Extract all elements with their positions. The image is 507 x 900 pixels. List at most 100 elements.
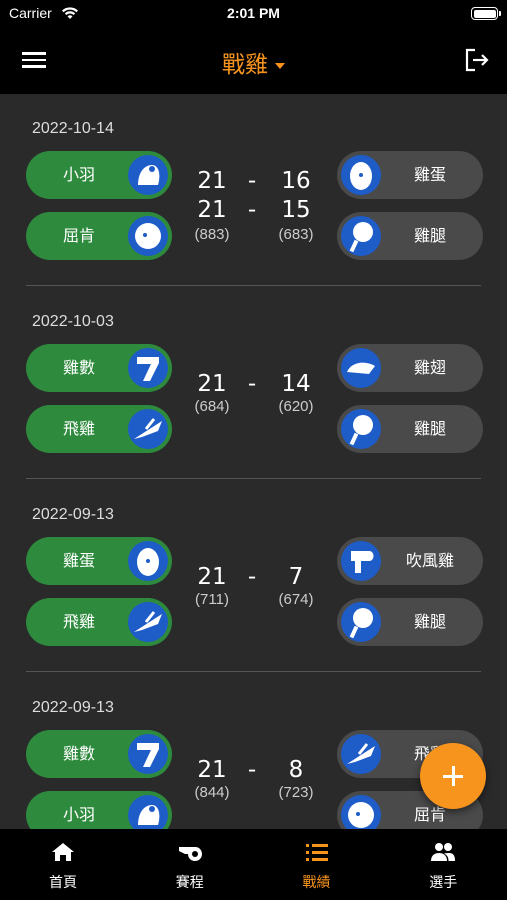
- title-dropdown[interactable]: 戰雞: [0, 45, 507, 79]
- winner-player-pill[interactable]: 小羽: [26, 151, 172, 199]
- left-rating: (711): [195, 591, 229, 608]
- tab-label: 賽程: [175, 875, 204, 891]
- winner-player-pill[interactable]: 雞數: [26, 730, 172, 778]
- tab-people[interactable]: 選手: [380, 829, 506, 900]
- logout-icon[interactable]: [463, 47, 491, 73]
- home-icon: [50, 841, 76, 863]
- score-separator: -: [247, 168, 257, 194]
- player-name: 雞數: [62, 744, 95, 763]
- score-separator: -: [247, 564, 257, 590]
- player-avatar: [128, 541, 168, 581]
- player-name: 屈肯: [62, 226, 95, 245]
- tab-list[interactable]: 戰績: [254, 829, 380, 900]
- player-avatar: [128, 348, 168, 388]
- loser-player-pill[interactable]: 雞翅: [337, 344, 483, 392]
- right-score: 7: [288, 564, 304, 590]
- player-avatar: [341, 734, 381, 774]
- player-avatar: [341, 602, 381, 642]
- player-avatar: [128, 409, 168, 449]
- player-name: 飛雞: [62, 612, 95, 631]
- game-score: 21-16: [190, 168, 320, 196]
- loser-player-pill[interactable]: 雞腿: [337, 405, 483, 453]
- winner-player-pill[interactable]: 飛雞: [26, 405, 172, 453]
- player-name: 雞蛋: [62, 551, 95, 570]
- player-name: 吹風雞: [405, 551, 454, 570]
- status-bar: Carrier 2:01 PM: [0, 0, 507, 28]
- match-date: 2022-09-13: [32, 506, 114, 523]
- left-score: 21: [197, 371, 227, 397]
- winner-player-pill[interactable]: 屈肯: [26, 212, 172, 260]
- match-card[interactable]: 2022-10-14 小羽 屈肯 雞蛋 雞腿 21-16 21-15 (883) (683): [0, 94, 507, 287]
- winner-player-pill[interactable]: 雞數: [26, 344, 172, 392]
- right-rating: (674): [278, 591, 314, 608]
- player-avatar: [128, 734, 168, 774]
- match-date: 2022-09-13: [32, 699, 114, 716]
- match-list[interactable]: 2022-10-14 小羽 屈肯 雞蛋 雞腿 21-16 21-15 (883) (683) 20…: [0, 94, 507, 829]
- right-score: 15: [281, 197, 311, 223]
- right-rating: (683): [278, 226, 314, 243]
- player-name: 雞蛋: [413, 165, 446, 184]
- nav-bar: 戰雞: [0, 28, 507, 94]
- player-avatar: [341, 216, 381, 256]
- list-icon: [304, 841, 330, 863]
- player-avatar: [128, 216, 168, 256]
- whistle-icon: [177, 841, 203, 863]
- left-rating: (844): [194, 784, 230, 801]
- page-title[interactable]: 戰雞: [222, 52, 268, 78]
- player-avatar: [341, 155, 381, 195]
- loser-player-pill[interactable]: 吹風雞: [337, 537, 483, 585]
- loser-player-pill[interactable]: 雞腿: [337, 212, 483, 260]
- player-name: 雞數: [62, 358, 95, 377]
- left-rating: (883): [194, 226, 230, 243]
- winner-player-pill[interactable]: 雞蛋: [26, 537, 172, 585]
- divider: [26, 478, 481, 479]
- right-score: 16: [281, 168, 311, 194]
- player-name: 小羽: [62, 165, 95, 184]
- left-score: 21: [197, 564, 227, 590]
- player-avatar: [341, 348, 381, 388]
- tab-label: 首頁: [49, 875, 77, 891]
- player-avatar: [128, 795, 168, 829]
- left-score: 21: [197, 197, 227, 223]
- left-score: 21: [197, 757, 227, 783]
- score-separator: -: [247, 371, 257, 397]
- tab-home[interactable]: 首頁: [0, 829, 126, 900]
- loser-player-pill[interactable]: 雞腿: [337, 598, 483, 646]
- right-score: 8: [288, 757, 304, 783]
- score-separator: -: [247, 197, 257, 223]
- game-score: 21- 8: [190, 757, 320, 785]
- score-separator: -: [247, 757, 257, 783]
- right-score: 14: [281, 371, 311, 397]
- match-card[interactable]: 2022-10-03 雞數 飛雞 雞翅 雞腿 21-14 (684) (620): [0, 287, 507, 480]
- divider: [26, 285, 481, 286]
- add-match-button[interactable]: [420, 743, 486, 809]
- player-name: 雞腿: [413, 419, 446, 438]
- loser-player-pill[interactable]: 雞蛋: [337, 151, 483, 199]
- player-avatar: [341, 795, 381, 829]
- tab-bar: 首頁 賽程 戰績 選手: [0, 829, 507, 900]
- left-score: 21: [197, 168, 227, 194]
- player-name: 飛雞: [62, 419, 95, 438]
- clock: 2:01 PM: [227, 5, 280, 21]
- game-score: 21-14: [190, 371, 320, 399]
- match-card[interactable]: 2022-09-13 雞蛋飛雞 吹風雞雞腿 21- 7 (711) (674): [0, 480, 507, 673]
- winner-player-pill[interactable]: 小羽: [26, 791, 172, 829]
- battery-icon: [471, 7, 501, 20]
- game-score: 21- 7: [190, 564, 320, 592]
- tab-whistle[interactable]: 賽程: [127, 829, 253, 900]
- game-score: 21-15: [190, 197, 320, 225]
- match-date: 2022-10-14: [32, 120, 114, 137]
- player-avatar: [128, 155, 168, 195]
- people-icon: [430, 841, 456, 863]
- match-date: 2022-10-03: [32, 313, 114, 330]
- tab-label: 戰績: [302, 875, 331, 891]
- caret-down-icon[interactable]: [275, 62, 285, 69]
- player-name: 雞腿: [413, 226, 446, 245]
- winner-player-pill[interactable]: 飛雞: [26, 598, 172, 646]
- player-name: 雞腿: [413, 612, 446, 631]
- player-avatar: [128, 602, 168, 642]
- right-rating: (620): [278, 398, 314, 415]
- player-name: 雞翅: [413, 358, 446, 377]
- right-rating: (723): [278, 784, 314, 801]
- divider: [26, 671, 481, 672]
